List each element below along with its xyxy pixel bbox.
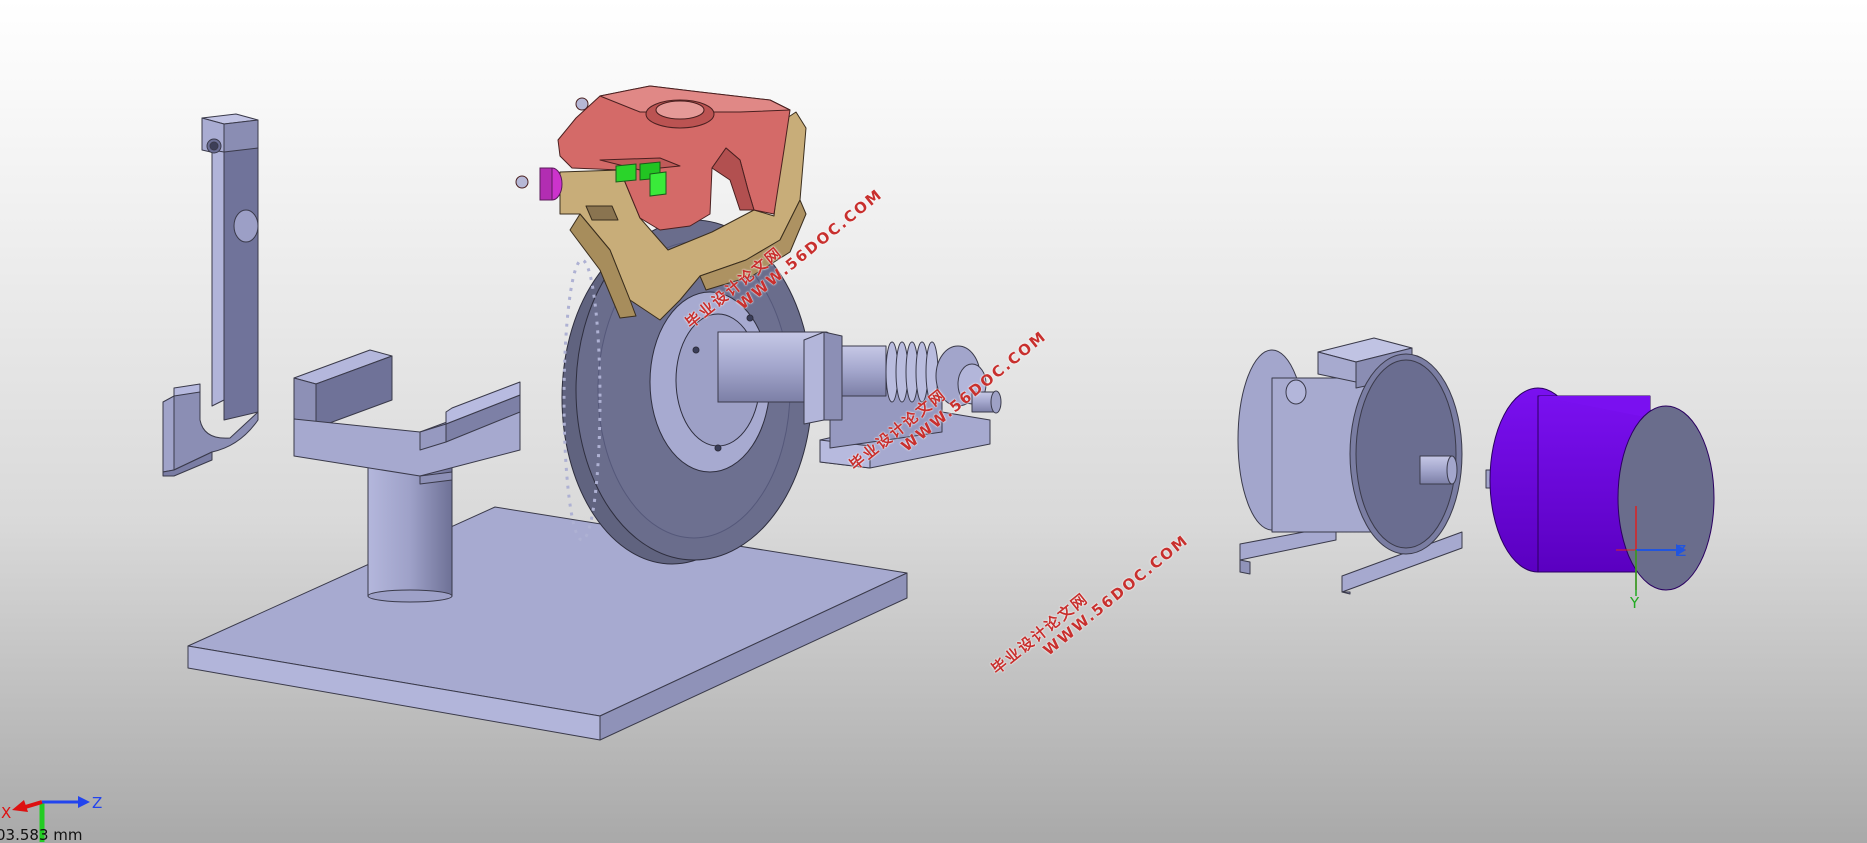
electric-motor[interactable] xyxy=(1237,337,1463,595)
part-triad-z-label: Z xyxy=(1676,542,1686,560)
lever-arm[interactable] xyxy=(162,113,259,477)
part-triad-y-label: Y xyxy=(1629,594,1640,610)
3d-viewport[interactable]: 毕业设计论文网 WWW.56DOC.COM 毕业设计论文网 WWW.56DOC.… xyxy=(0,0,1867,843)
triad-x-label: X xyxy=(1,804,11,822)
scale-readout: 03.583 mm xyxy=(0,826,83,843)
triad-z-label: Z xyxy=(92,794,102,812)
brake-caliper[interactable] xyxy=(515,85,791,231)
caliper-piston[interactable] xyxy=(539,167,563,201)
base-plate[interactable] xyxy=(187,506,908,741)
part-origin-triad: Z Y xyxy=(1616,506,1686,610)
